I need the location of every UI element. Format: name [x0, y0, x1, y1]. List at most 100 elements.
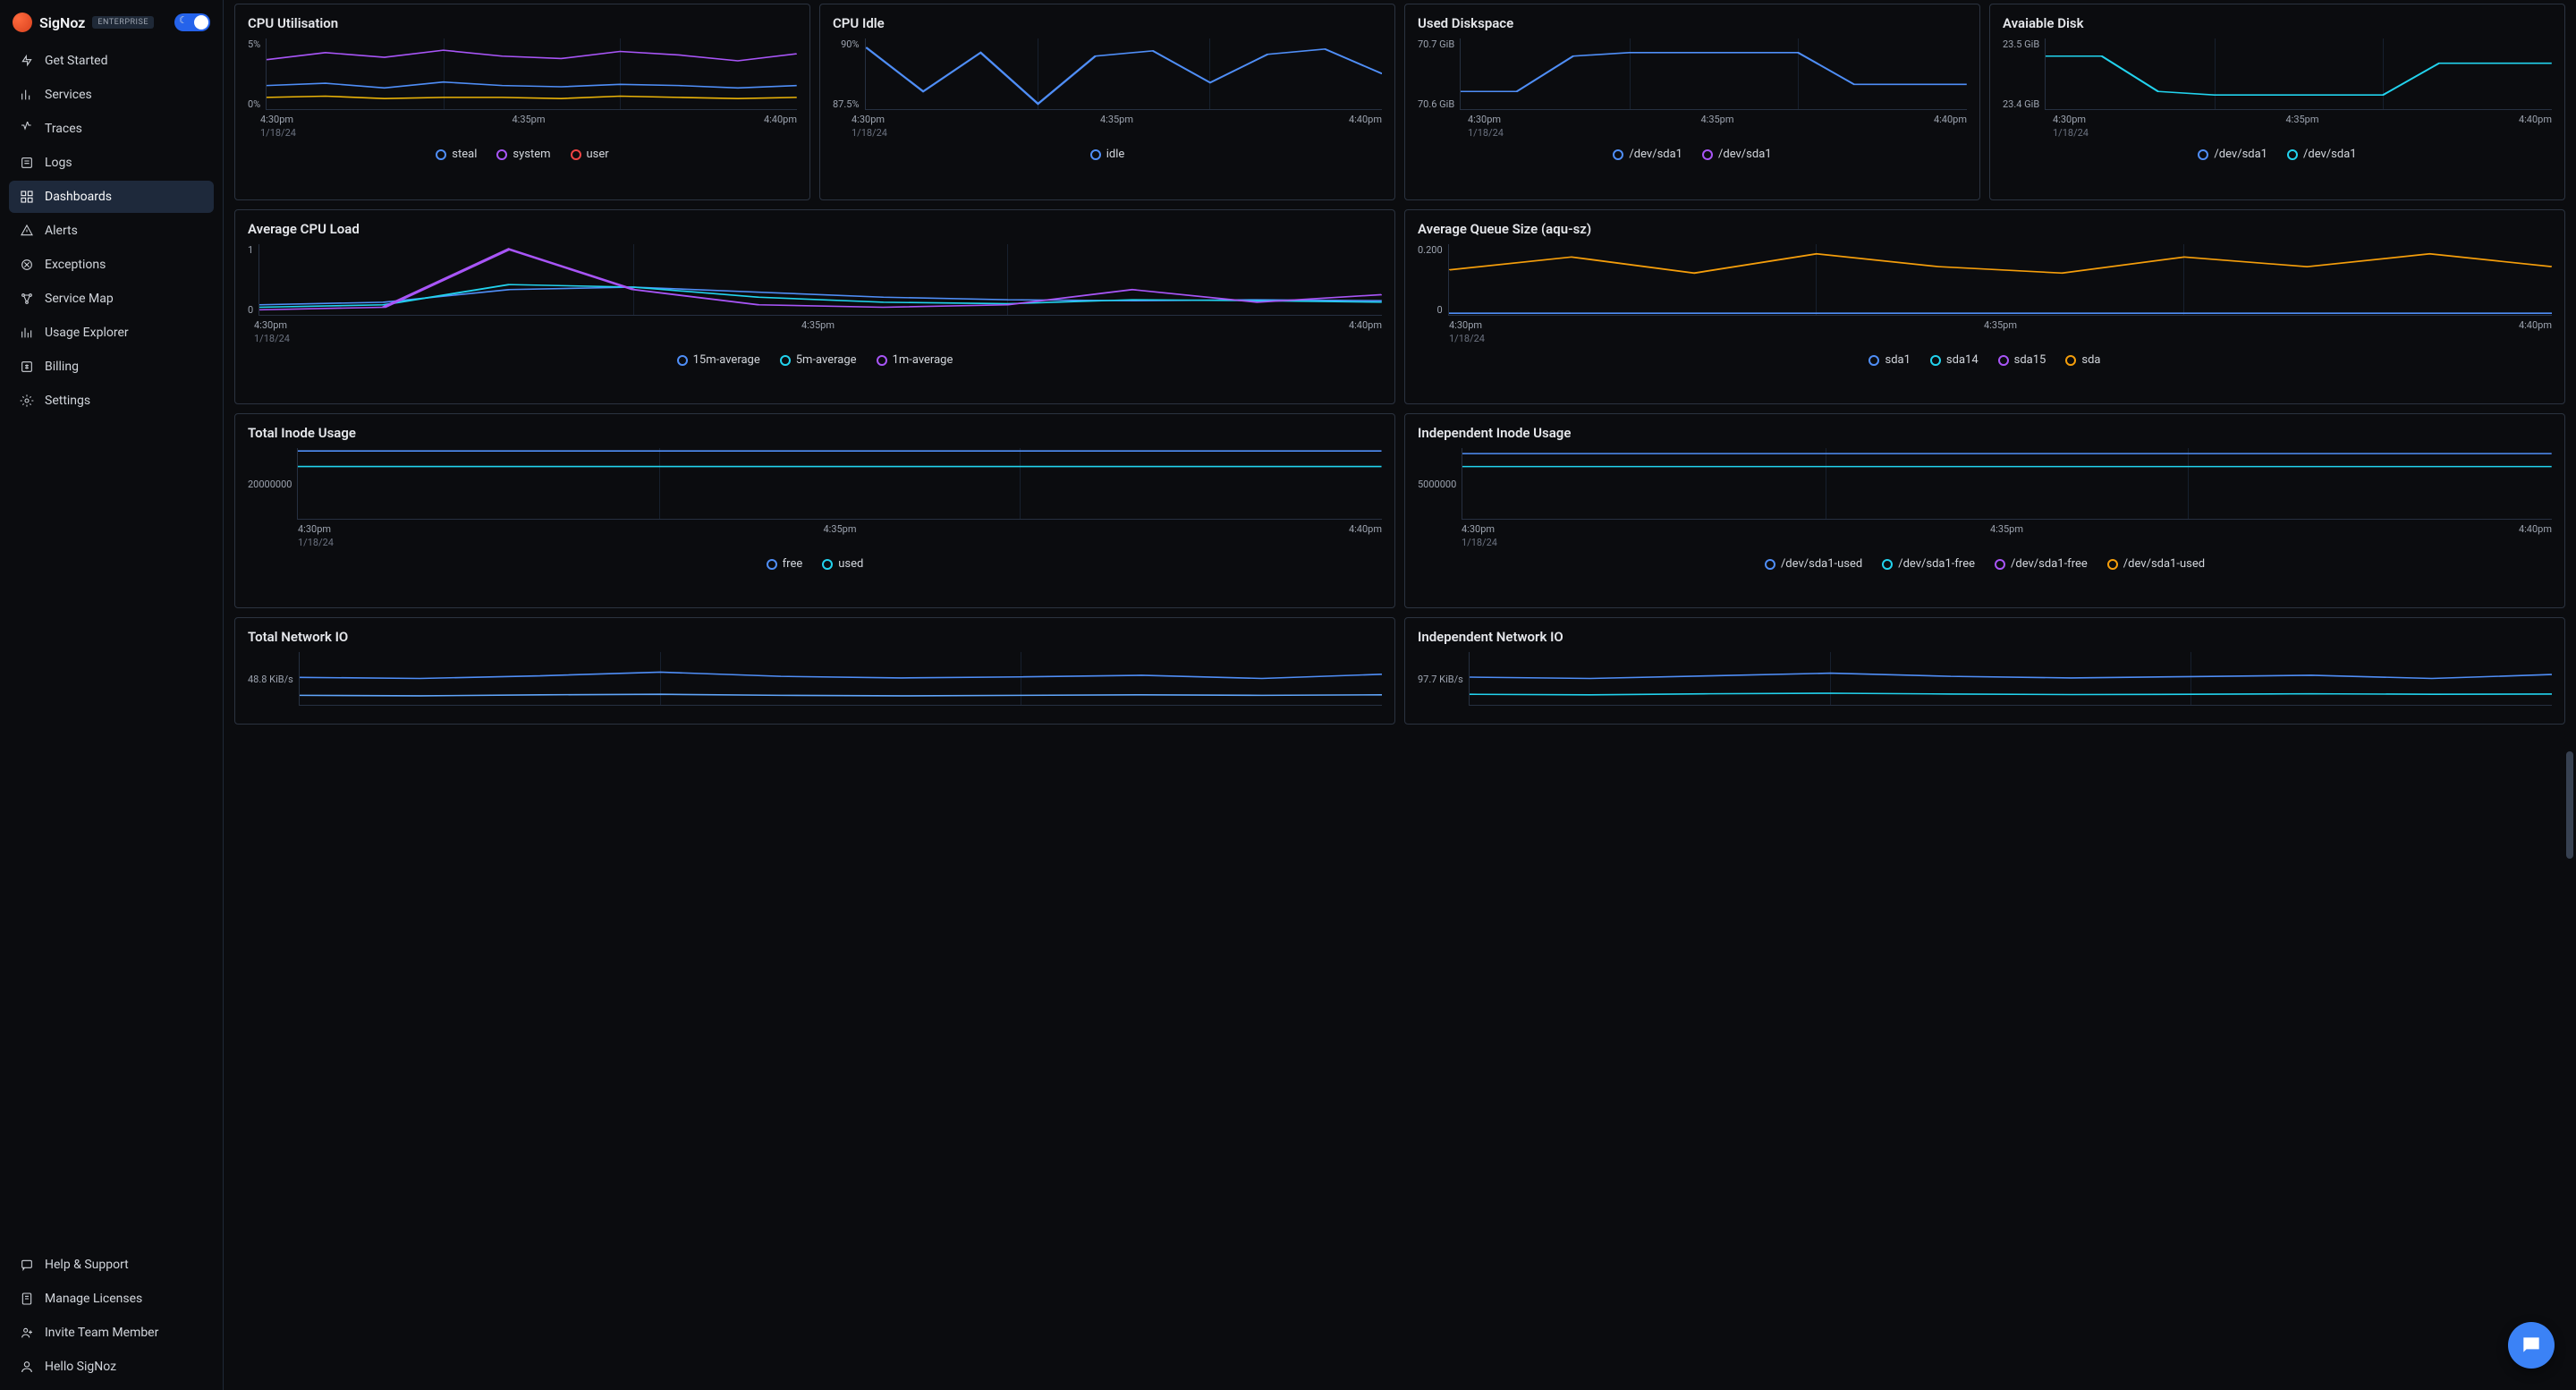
legend-swatch-icon: [677, 355, 688, 366]
chart[interactable]: 0.20004:30pm4:35pm4:40pm1/18/24sda1sda14…: [1418, 244, 2552, 394]
nav-footer: Help & SupportManage LicensesInvite Team…: [9, 1249, 214, 1383]
ytick: 5000000: [1418, 479, 1456, 490]
theme-toggle[interactable]: [174, 13, 210, 31]
xtick: 4:30pm: [1462, 523, 1495, 535]
legend-swatch-icon: [822, 559, 833, 570]
xdate: 1/18/24: [852, 127, 1382, 139]
xtick: 4:35pm: [1984, 319, 2017, 331]
legend-swatch-icon: [1613, 149, 1623, 160]
legend-item[interactable]: 15m-average: [677, 353, 760, 367]
sidebar-item-logs[interactable]: Logs: [9, 147, 214, 179]
sidebar-item-services[interactable]: Services: [9, 79, 214, 111]
sidebar-item-billing[interactable]: Billing: [9, 351, 214, 383]
panel-cpuIdle: CPU Idle90%87.5%4:30pm4:35pm4:40pm1/18/2…: [819, 4, 1395, 200]
panel-indepNet: Independent Network IO97.7 KiB/s: [1404, 617, 2565, 725]
legend-label: sda15: [2014, 353, 2046, 367]
legend-item[interactable]: /dev/sda1-used: [2107, 557, 2205, 571]
legend-item[interactable]: used: [822, 557, 863, 571]
legend-item[interactable]: idle: [1090, 148, 1125, 161]
plot-area[interactable]: [1462, 448, 2552, 520]
chart[interactable]: 70.7 GiB70.6 GiB4:30pm4:35pm4:40pm1/18/2…: [1418, 38, 1967, 191]
chart[interactable]: 104:30pm4:35pm4:40pm1/18/2415m-average5m…: [248, 244, 1382, 394]
sidebar-item-alerts[interactable]: Alerts: [9, 215, 214, 247]
sidebar-item-invite[interactable]: Invite Team Member: [9, 1317, 214, 1349]
sidebar-item-exceptions[interactable]: Exceptions: [9, 249, 214, 281]
legend-item[interactable]: sda1: [1868, 353, 1910, 367]
chart[interactable]: 23.5 GiB23.4 GiB4:30pm4:35pm4:40pm1/18/2…: [2003, 38, 2552, 191]
plot-area[interactable]: [2045, 38, 2552, 110]
chart[interactable]: 97.7 KiB/s: [1418, 652, 2552, 715]
legend-swatch-icon: [1090, 149, 1101, 160]
scrollbar[interactable]: [2565, 0, 2574, 1390]
sidebar-item-usage-explorer[interactable]: Usage Explorer: [9, 317, 214, 349]
sidebar-item-traces[interactable]: Traces: [9, 113, 214, 145]
legend-item[interactable]: /dev/sda1-used: [1765, 557, 1862, 571]
panel-totalNet: Total Network IO48.8 KiB/s: [234, 617, 1395, 725]
xtick: 4:40pm: [1349, 114, 1382, 125]
legend-item[interactable]: sda14: [1930, 353, 1979, 367]
xtick: 4:30pm: [852, 114, 885, 125]
chart[interactable]: 50000004:30pm4:35pm4:40pm1/18/24/dev/sda…: [1418, 448, 2552, 598]
xdate: 1/18/24: [2053, 127, 2552, 139]
panel-title: Average CPU Load: [248, 221, 1382, 237]
legend-item[interactable]: sda: [2065, 353, 2100, 367]
legend-item[interactable]: /dev/sda1: [1613, 148, 1682, 161]
plot-area[interactable]: [1460, 38, 1967, 110]
legend-item[interactable]: free: [767, 557, 803, 571]
plot-area[interactable]: [258, 244, 1382, 316]
sidebar-item-label: Settings: [45, 394, 90, 408]
xtick: 4:30pm: [298, 523, 331, 535]
dashboard-main: CPU Utilisation5%0%4:30pm4:35pm4:40pm1/1…: [224, 0, 2576, 1390]
plot-area[interactable]: [266, 38, 797, 110]
ytick: 23.4 GiB: [2003, 98, 2039, 110]
chart[interactable]: 5%0%4:30pm4:35pm4:40pm1/18/24stealsystem…: [248, 38, 797, 191]
ytick: 20000000: [248, 479, 292, 490]
sidebar-item-hello[interactable]: Hello SigNoz: [9, 1351, 214, 1383]
legend-swatch-icon: [780, 355, 791, 366]
xtick: 4:35pm: [512, 114, 545, 125]
legend-item[interactable]: sda15: [1998, 353, 2046, 367]
legend-item[interactable]: /dev/sda1: [1702, 148, 1772, 161]
plot-area[interactable]: [297, 448, 1382, 520]
sidebar-item-label: Alerts: [45, 224, 78, 238]
legend-swatch-icon: [877, 355, 887, 366]
legend-item[interactable]: /dev/sda1-free: [1995, 557, 2088, 571]
xdate: 1/18/24: [260, 127, 797, 139]
sidebar-item-get-started[interactable]: Get Started: [9, 45, 214, 77]
chart[interactable]: 48.8 KiB/s: [248, 652, 1382, 715]
xdate: 1/18/24: [254, 333, 1382, 344]
sidebar-item-label: Exceptions: [45, 258, 106, 272]
plot-area[interactable]: [299, 652, 1382, 706]
legend-item[interactable]: system: [496, 148, 550, 161]
sidebar-item-dashboards[interactable]: Dashboards: [9, 181, 214, 213]
chart[interactable]: 200000004:30pm4:35pm4:40pm1/18/24freeuse…: [248, 448, 1382, 598]
legend-item[interactable]: steal: [436, 148, 477, 161]
plot-area[interactable]: [865, 38, 1382, 110]
legend-swatch-icon: [571, 149, 581, 160]
sidebar-item-settings[interactable]: Settings: [9, 385, 214, 417]
xtick: 4:30pm: [260, 114, 293, 125]
ytick: 70.7 GiB: [1418, 38, 1454, 50]
legend-item[interactable]: /dev/sda1: [2198, 148, 2267, 161]
legend-item[interactable]: /dev/sda1-free: [1882, 557, 1975, 571]
ytick: 0: [1418, 304, 1443, 316]
chat-launcher-button[interactable]: [2508, 1322, 2555, 1369]
sidebar-item-licenses[interactable]: Manage Licenses: [9, 1283, 214, 1315]
ytick: 23.5 GiB: [2003, 38, 2039, 50]
chart[interactable]: 90%87.5%4:30pm4:35pm4:40pm1/18/24idle: [833, 38, 1382, 191]
plot-area[interactable]: [1469, 652, 2552, 706]
panel-title: Average Queue Size (aqu-sz): [1418, 221, 2552, 237]
ytick: 5%: [248, 38, 260, 50]
legend-item[interactable]: 1m-average: [877, 353, 953, 367]
plot-area[interactable]: [1448, 244, 2552, 316]
legend-item[interactable]: user: [571, 148, 609, 161]
legend-item[interactable]: 5m-average: [780, 353, 857, 367]
sidebar-item-service-map[interactable]: Service Map: [9, 283, 214, 315]
legend-label: /dev/sda1-free: [1898, 557, 1975, 571]
xticks: 4:30pm4:35pm4:40pm: [1462, 523, 2552, 535]
ytick: 0.200: [1418, 244, 1443, 256]
dashboards-icon: [20, 190, 34, 204]
legend-item[interactable]: /dev/sda1: [2287, 148, 2357, 161]
sidebar-item-help[interactable]: Help & Support: [9, 1249, 214, 1281]
scrollbar-thumb[interactable]: [2566, 751, 2573, 859]
